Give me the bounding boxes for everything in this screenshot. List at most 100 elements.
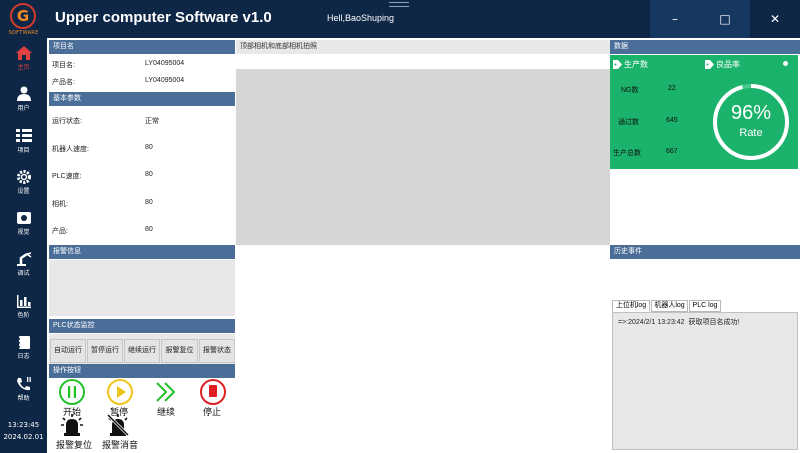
camera-panel: 顶部相机和底部相机拍照 [236, 38, 610, 453]
right-panel: 数据 生产数 良品率 NG数 22 通过数 645 生产总数 667 96% R… [610, 38, 800, 453]
rate-value: 96% [730, 102, 772, 124]
log-line: =>:2024/2/1 13:23:42 获取项目名成功! [618, 319, 740, 326]
camera-value: 80 [145, 199, 153, 206]
clock-time: 13:23:45 [7, 421, 40, 429]
alarm-reset-button[interactable] [60, 413, 84, 437]
product-name-label: 产品名: [52, 79, 75, 86]
product-label: 产品: [52, 228, 68, 235]
close-button[interactable]: ✕ [750, 0, 800, 38]
continue-button[interactable] [152, 378, 180, 406]
stats-header: 数据 [610, 40, 800, 54]
sidebar-item-label: 用户 [17, 105, 30, 112]
sidebar-item-label: 项目 [17, 147, 30, 154]
sidebar-item-label: 色阶 [17, 312, 30, 319]
start-button[interactable] [58, 378, 86, 406]
sidebar-item-log[interactable]: 日志 [0, 334, 47, 374]
params-header: 基本参数 [49, 92, 235, 106]
sidebar-item-label: 调试 [17, 270, 30, 277]
rate-label: Rate [739, 127, 763, 139]
phone-icon [16, 377, 31, 391]
ng-count-label: NG数 [621, 87, 639, 94]
log-box[interactable]: =>:2024/2/1 13:23:42 获取项目名成功! [612, 312, 798, 450]
project-header: 项目名 [49, 40, 235, 54]
user-greeting: Hell,BaoShuping [327, 13, 395, 23]
sidebar-item-label: 日志 [17, 353, 30, 360]
bar-chart-icon [16, 295, 31, 308]
run-status-value: 正常 [145, 118, 159, 125]
sidebar-item-levels[interactable]: 色阶 [0, 293, 47, 333]
production-title: 生产数 [624, 60, 648, 69]
tab-plc-log[interactable]: PLC log [689, 300, 721, 312]
total-count-value: 667 [666, 148, 678, 155]
plc-speed-value: 80 [145, 171, 153, 178]
plc-header: PLC状态监控 [49, 319, 235, 333]
product-value: 80 [145, 226, 153, 233]
camera-image-area [236, 69, 610, 245]
status-dot [783, 61, 788, 66]
user-icon [16, 86, 31, 101]
stop-label: 停止 [203, 407, 222, 417]
sidebar-item-help[interactable]: 帮助 [0, 376, 47, 416]
alarm-icon [61, 414, 83, 436]
sidebar-item-label: 帮助 [17, 395, 30, 402]
sidebar-item-label: 设置 [17, 188, 30, 195]
plc-speed-label: PLC速度: [52, 173, 82, 180]
alarm-reset-label: 报警复位 [56, 440, 93, 450]
app-logo-text: SOFTWARE [8, 30, 39, 36]
camera-label: 相机: [52, 201, 68, 208]
ops-header: 操作按钮 [49, 364, 235, 378]
alarm-mute-icon [106, 413, 130, 437]
stats-card: 生产数 良品率 NG数 22 通过数 645 生产总数 667 96% Rate [610, 55, 798, 169]
tab-robot-log[interactable]: 机器人log [651, 300, 688, 312]
tab-host-log[interactable]: 上位机log [612, 300, 650, 312]
double-chevron-icon [156, 382, 176, 402]
stop-button[interactable] [199, 378, 227, 406]
pause-button[interactable] [106, 378, 134, 406]
sidebar-item-label: 视觉 [17, 229, 30, 236]
total-count-label: 生产总数 [613, 150, 641, 157]
run-status-label: 运行状态: [52, 118, 82, 125]
drag-handle[interactable] [389, 2, 409, 7]
log-icon [17, 336, 30, 349]
home-icon [15, 46, 32, 60]
tag-icon [705, 60, 714, 69]
sidebar-item-settings[interactable]: 设置 [0, 169, 47, 209]
list-icon [15, 129, 32, 142]
sidebar-item-label: 主页 [17, 64, 30, 71]
alarm-state-button[interactable]: 报警状态 [199, 339, 235, 363]
ng-count-value: 22 [668, 85, 676, 92]
sidebar-item-debug[interactable]: 调试 [0, 251, 47, 291]
minimize-button[interactable]: – [650, 0, 700, 38]
stop-circle-icon [200, 379, 226, 405]
maximize-button[interactable]: □ [700, 0, 750, 38]
sidebar-item-project[interactable]: 项目 [0, 128, 47, 168]
alarm-mute-label: 报警消音 [102, 440, 139, 450]
alarm-reset-status-button[interactable]: 报警复位 [161, 339, 198, 363]
continue-run-button[interactable]: 继续运行 [124, 339, 160, 363]
pass-count-label: 通过数 [618, 119, 639, 126]
robot-speed-value: 80 [145, 144, 153, 151]
sidebar-item-vision[interactable]: 视觉 [0, 210, 47, 250]
app-logo: G [10, 3, 36, 29]
alarm-header: 报警信息 [49, 245, 235, 259]
history-header: 历史事件 [610, 245, 800, 259]
tag-icon [613, 60, 622, 69]
sidebar-item-home[interactable]: 主页 [0, 45, 47, 85]
yield-title: 良品率 [716, 60, 740, 69]
alarm-list [49, 260, 235, 316]
continue-label: 继续 [157, 407, 176, 417]
auto-run-button[interactable]: 自动运行 [50, 339, 86, 363]
play-circle-icon [107, 379, 133, 405]
project-name-value: LY04095004 [145, 60, 185, 67]
pass-count-value: 645 [666, 117, 678, 124]
gear-icon [16, 170, 31, 184]
alarm-mute-button[interactable] [106, 413, 130, 437]
sidebar-item-user[interactable]: 用户 [0, 86, 47, 126]
title-bar[interactable]: Upper computer Software v1.0 Hell,BaoShu… [47, 0, 800, 38]
pause-run-button[interactable]: 暂停运行 [87, 339, 123, 363]
robot-arm-icon [16, 252, 31, 266]
app-title: Upper computer Software v1.0 [55, 9, 272, 26]
product-name-value: LY04095004 [145, 77, 185, 84]
camera-panel-header: 顶部相机和底部相机拍照 [236, 40, 610, 54]
robot-speed-label: 机器人速度: [52, 146, 89, 153]
